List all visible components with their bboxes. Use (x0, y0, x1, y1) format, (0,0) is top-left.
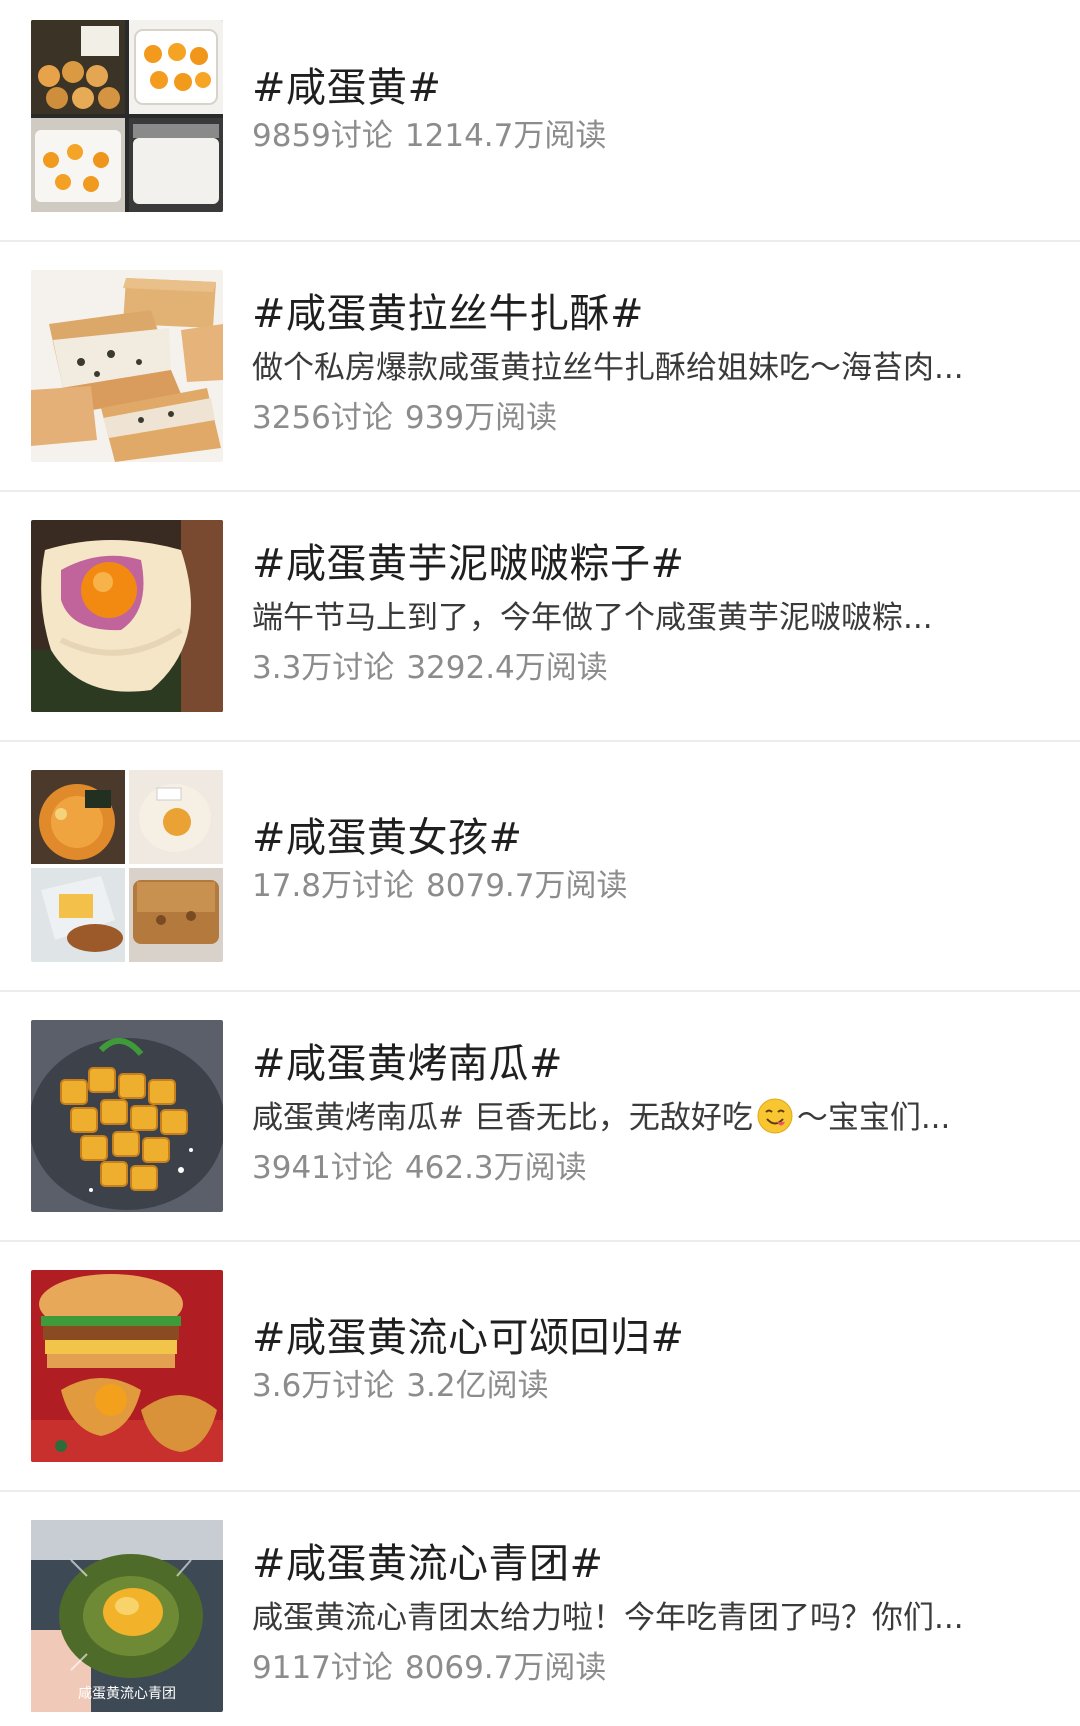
yum-face-emoji-icon (757, 1098, 793, 1134)
nougat-biscuit-icon (31, 270, 223, 462)
topic-title[interactable]: #咸蛋黄流心可颂回归# (252, 1314, 685, 1362)
topic-snippet: 做个私房爆款咸蛋黄拉丝牛扎酥给姐妹吃～海苔肉... (252, 350, 964, 386)
topic-item[interactable]: 咸蛋黄流心青团 #咸蛋黄流心青团# 咸蛋黄流心青团太给力啦！今年吃青团了吗？你们… (0, 1520, 1080, 1716)
roasted-pumpkin-icon (31, 1020, 223, 1212)
topic-stats: 3256讨论 939万阅读 (252, 398, 557, 438)
topic-stats: 3941讨论 462.3万阅读 (252, 1148, 587, 1188)
salted-egg-yolk-collage-icon (31, 20, 223, 212)
discussion-count: 3.3万讨论 (252, 650, 395, 686)
topic-stats: 9859讨论 1214.7万阅读 (252, 116, 606, 156)
topic-title[interactable]: #咸蛋黄女孩# (252, 814, 523, 862)
read-count: 462.3万阅读 (404, 1150, 587, 1186)
topic-stats: 3.6万讨论 3.2亿阅读 (252, 1366, 549, 1406)
topic-item[interactable]: #咸蛋黄女孩# 17.8万讨论 8079.7万阅读 (0, 770, 1080, 966)
topic-item[interactable]: #咸蛋黄烤南瓜# 咸蛋黄烤南瓜# 巨香无比，无敌好吃 ～宝宝们... 3941讨论… (0, 1020, 1080, 1216)
croissant-burger-icon (31, 1270, 223, 1462)
topic-title[interactable]: #咸蛋黄流心青团# (252, 1540, 604, 1588)
topic-item[interactable]: #咸蛋黄# 9859讨论 1214.7万阅读 (0, 20, 1080, 216)
taro-zongzi-icon (31, 520, 223, 712)
topic-title[interactable]: #咸蛋黄# (252, 64, 442, 112)
topic-snippet: 咸蛋黄流心青团太给力啦！今年吃青团了吗？你们... (252, 1600, 964, 1636)
green-rice-ball-icon: 咸蛋黄流心青团 (31, 1520, 223, 1712)
topic-snippet: 端午节马上到了，今年做了个咸蛋黄芋泥啵啵粽... (252, 600, 933, 636)
topic-stats: 3.3万讨论 3292.4万阅读 (252, 648, 608, 688)
topic-title[interactable]: #咸蛋黄芋泥啵啵粽子# (252, 540, 685, 588)
topic-stats: 17.8万讨论 8079.7万阅读 (252, 866, 628, 906)
topic-item[interactable]: #咸蛋黄拉丝牛扎酥# 做个私房爆款咸蛋黄拉丝牛扎酥给姐妹吃～海苔肉... 325… (0, 270, 1080, 466)
divider (0, 740, 1080, 742)
discussion-count: 9117讨论 (252, 1650, 393, 1686)
image-caption: 咸蛋黄流心青团 (78, 1685, 176, 1701)
discussion-count: 3941讨论 (252, 1150, 393, 1186)
divider (0, 490, 1080, 492)
discussion-count: 9859讨论 (252, 118, 393, 154)
topic-stats: 9117讨论 8069.7万阅读 (252, 1648, 606, 1688)
discussion-count: 17.8万讨论 (252, 868, 415, 904)
topic-item[interactable]: #咸蛋黄流心可颂回归# 3.6万讨论 3.2亿阅读 (0, 1270, 1080, 1466)
divider (0, 990, 1080, 992)
read-count: 1214.7万阅读 (404, 118, 607, 154)
read-count: 939万阅读 (404, 400, 558, 436)
read-count: 8079.7万阅读 (426, 868, 628, 904)
salted-egg-girl-collage-icon (31, 770, 223, 962)
topic-list: #咸蛋黄# 9859讨论 1214.7万阅读 #咸蛋黄拉丝牛扎酥# 做个私房爆款… (0, 0, 1080, 1726)
topic-title[interactable]: #咸蛋黄烤南瓜# (252, 1040, 563, 1088)
discussion-count: 3.6万讨论 (252, 1368, 395, 1404)
read-count: 8069.7万阅读 (404, 1650, 607, 1686)
divider (0, 240, 1080, 242)
snippet-text-tail: ～宝宝们... (796, 1100, 951, 1136)
divider (0, 1490, 1080, 1492)
read-count: 3292.4万阅读 (406, 650, 608, 686)
read-count: 3.2亿阅读 (406, 1368, 549, 1404)
snippet-text: 咸蛋黄烤南瓜# 巨香无比，无敌好吃 (252, 1100, 753, 1136)
topic-item[interactable]: #咸蛋黄芋泥啵啵粽子# 端午节马上到了，今年做了个咸蛋黄芋泥啵啵粽... 3.3… (0, 520, 1080, 716)
topic-title[interactable]: #咸蛋黄拉丝牛扎酥# (252, 290, 644, 338)
discussion-count: 3256讨论 (252, 400, 393, 436)
topic-snippet: 咸蛋黄烤南瓜# 巨香无比，无敌好吃 ～宝宝们... (252, 1098, 1042, 1138)
divider (0, 1240, 1080, 1242)
